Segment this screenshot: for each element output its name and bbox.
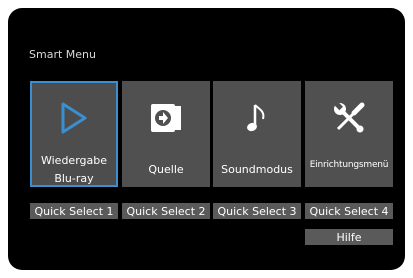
tile-source[interactable]: Quelle [122,81,210,187]
help-button[interactable]: Hilfe [305,229,393,245]
quick-select-3-button[interactable]: Quick Select 3 [213,203,301,219]
tile-playback-bluray[interactable]: Wiedergabe Blu-ray [30,81,118,187]
source-input-icon [122,99,210,137]
tile-playback-label-line2: Blu-ray [54,172,94,185]
tools-icon [305,99,393,137]
play-icon [32,99,116,137]
smart-menu-screen: Smart Menu Wiedergabe Blu-ray Quelle Sou… [8,8,405,270]
tile-playback-label-line1: Wiedergabe [40,154,107,167]
tile-source-label: Quelle [148,163,184,176]
tile-setup-menu-label: Einrichtungsmenü [309,160,389,170]
tile-sound-mode-label: Soundmodus [221,163,293,176]
menu-title: Smart Menu [29,48,96,61]
quick-select-4-button[interactable]: Quick Select 4 [305,203,393,219]
quick-select-1-button[interactable]: Quick Select 1 [30,203,118,219]
quick-select-2-button[interactable]: Quick Select 2 [122,203,210,219]
tile-playback-label: Wiedergabe Blu-ray [32,152,116,188]
tile-sound-mode[interactable]: Soundmodus [213,81,301,187]
tile-setup-menu[interactable]: Einrichtungsmenü [305,81,393,187]
music-note-icon [213,99,301,137]
